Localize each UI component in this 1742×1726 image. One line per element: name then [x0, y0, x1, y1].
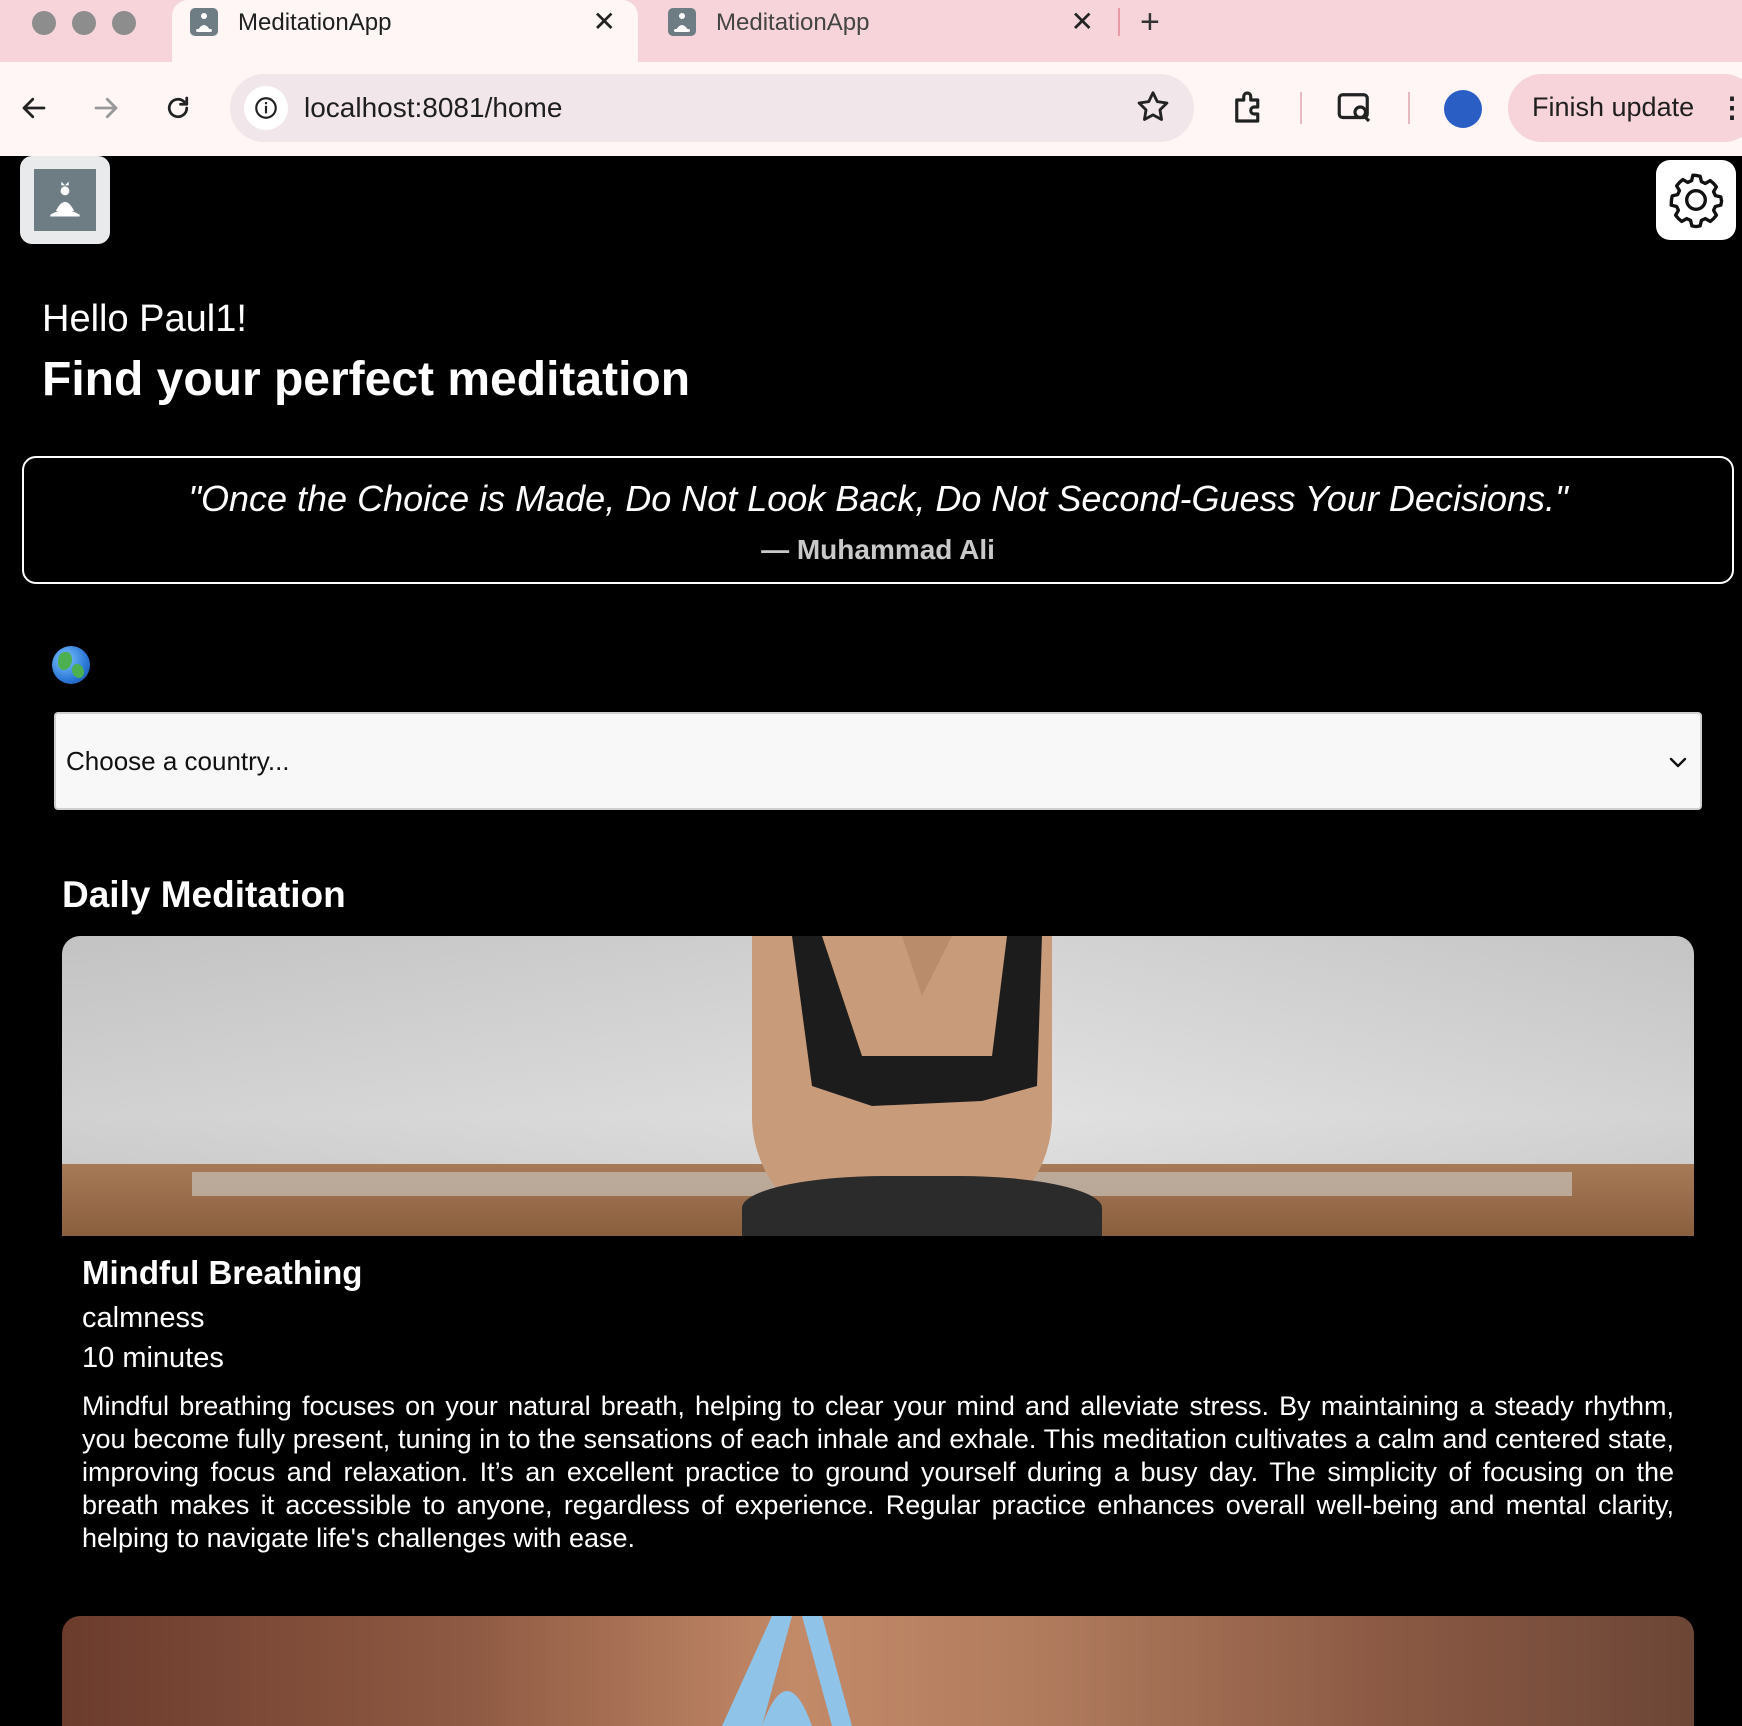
- tab-title: MeditationApp: [238, 9, 392, 36]
- tab-close-icon[interactable]: ✕: [1071, 6, 1094, 38]
- finish-update-label: Finish update: [1532, 92, 1695, 122]
- extensions-puzzle-icon[interactable]: [1228, 86, 1270, 128]
- meditation-favicon-icon: [190, 8, 218, 36]
- url-text[interactable]: localhost:8081/home: [304, 92, 562, 124]
- new-tab-button[interactable]: +: [1140, 2, 1160, 42]
- quote-text: "Once the Choice is Made, Do Not Look Ba…: [188, 478, 1568, 519]
- toolbar-divider: [1408, 92, 1410, 124]
- gear-icon: [1669, 173, 1724, 229]
- chevron-down-icon: [1669, 757, 1687, 768]
- card-title[interactable]: Mindful Breathing: [82, 1254, 362, 1292]
- app-logo[interactable]: [20, 156, 110, 244]
- quote-author: — Muhammad Ali: [761, 534, 995, 565]
- forward-icon[interactable]: [86, 88, 126, 128]
- window-close-button[interactable]: [32, 11, 56, 35]
- settings-button[interactable]: [1656, 160, 1736, 240]
- meditation-card-image[interactable]: [62, 936, 1694, 1236]
- back-icon[interactable]: [14, 88, 54, 128]
- site-info-icon[interactable]: [244, 86, 288, 130]
- address-bar[interactable]: localhost:8081/home: [230, 74, 1194, 142]
- card-description: Mindful breathing focuses on your natura…: [82, 1391, 1674, 1553]
- tab-close-icon[interactable]: ✕: [593, 6, 616, 38]
- country-select[interactable]: Choose a country...: [54, 712, 1702, 810]
- meditation-logo-icon: [34, 169, 96, 231]
- profile-avatar-icon[interactable]: [1444, 90, 1482, 128]
- toolbar-divider: [1300, 92, 1302, 124]
- app-main: Hello Paul1! Find your perfect meditatio…: [0, 156, 1742, 1726]
- meditation-card-image[interactable]: [62, 1616, 1694, 1726]
- reload-icon[interactable]: [158, 88, 198, 128]
- browser-tab-active[interactable]: MeditationApp ✕: [172, 0, 638, 62]
- tab-title: MeditationApp: [716, 9, 870, 36]
- greeting-text: Hello Paul1!: [42, 298, 247, 340]
- section-title-daily-meditation: Daily Meditation: [62, 874, 346, 915]
- tab-separator: [1118, 8, 1120, 36]
- window-maximize-button[interactable]: [112, 11, 136, 35]
- quote-card: "Once the Choice is Made, Do Not Look Ba…: [22, 456, 1734, 584]
- bookmark-star-icon[interactable]: [1134, 88, 1172, 126]
- globe-icon: [52, 646, 90, 684]
- tab-search-icon[interactable]: [1334, 86, 1376, 128]
- browser-tab-inactive[interactable]: MeditationApp ✕: [650, 0, 1116, 62]
- page-headline: Find your perfect meditation: [42, 353, 691, 406]
- card-category: calmness: [82, 1302, 205, 1334]
- finish-update-button[interactable]: Finish update ⋮: [1508, 74, 1742, 142]
- browser-menu-icon[interactable]: ⋮: [1718, 92, 1742, 124]
- card-duration: 10 minutes: [82, 1342, 224, 1374]
- browser-toolbar: localhost:8081/home Finish update ⋮: [0, 62, 1742, 156]
- country-select-value: Choose a country...: [66, 746, 290, 776]
- browser-tab-bar: MeditationApp ✕ MeditationApp ✕ +: [0, 0, 1742, 62]
- meditation-favicon-icon: [668, 8, 696, 36]
- window-minimize-button[interactable]: [72, 11, 96, 35]
